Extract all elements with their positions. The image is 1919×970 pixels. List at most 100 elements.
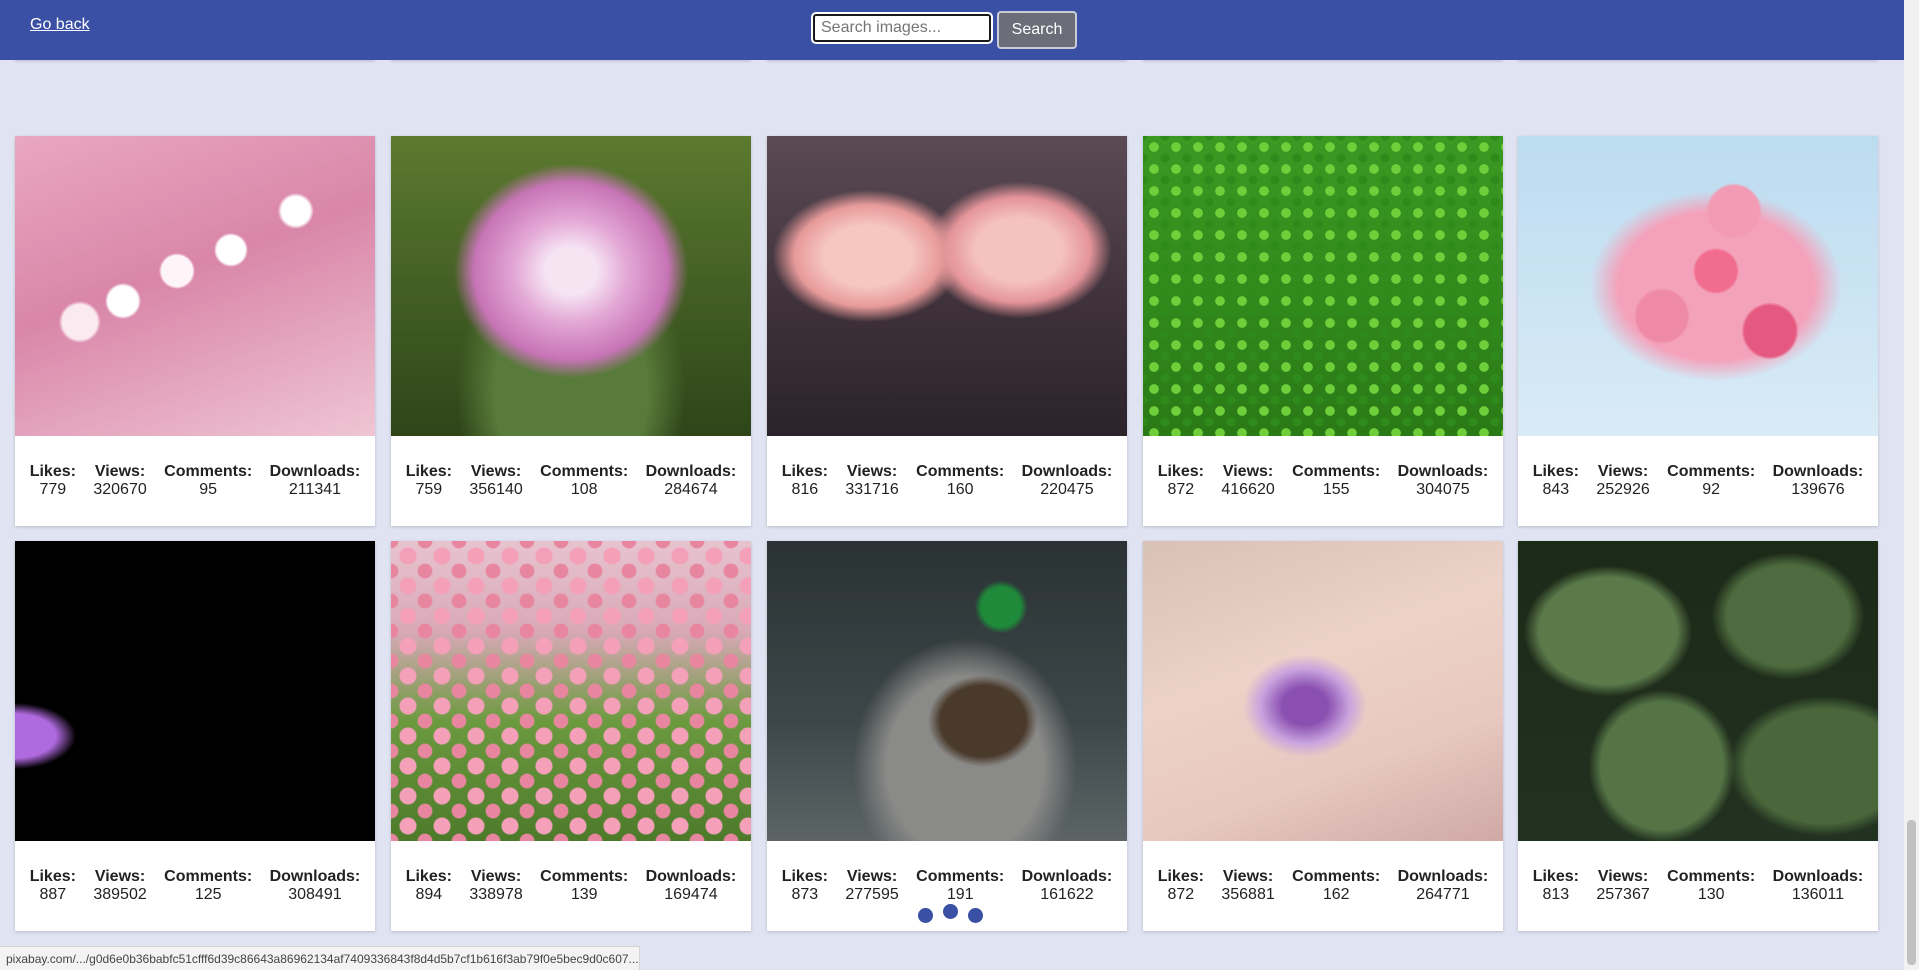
anemone-image[interactable] bbox=[1143, 541, 1503, 841]
image-stats: Likes: 816 Views: 331716 Comments: 160 Down… bbox=[767, 436, 1127, 526]
pink-blossoms-image[interactable] bbox=[1518, 136, 1878, 436]
views-label: Views: bbox=[1222, 463, 1274, 480]
downloads-value: 139676 bbox=[1791, 481, 1845, 498]
views-value: 320670 bbox=[93, 481, 147, 498]
likes-value: 872 bbox=[1167, 481, 1195, 498]
image-card[interactable]: Likes: 873 Views: 277595 Comments: 191 Down… bbox=[767, 541, 1127, 931]
likes-value: 779 bbox=[39, 481, 67, 498]
views-value: 356140 bbox=[469, 481, 523, 498]
water-lily-image[interactable] bbox=[391, 136, 751, 436]
search-button[interactable]: Search bbox=[997, 11, 1077, 49]
downloads-label: Downloads: bbox=[645, 463, 737, 480]
comments-label: Comments: bbox=[164, 463, 253, 480]
image-card[interactable]: Likes: 779 Views: 320670 Comments: 95 Downl… bbox=[15, 136, 375, 526]
likes-value: 872 bbox=[1167, 886, 1195, 903]
likes-value: 816 bbox=[791, 481, 819, 498]
downloads-value: 284674 bbox=[664, 481, 718, 498]
downloads-label: Downloads: bbox=[1021, 868, 1113, 885]
likes-label: Likes: bbox=[29, 463, 76, 480]
daisy-meadow-image[interactable] bbox=[391, 541, 751, 841]
clover-image[interactable] bbox=[1143, 136, 1503, 436]
views-value: 356881 bbox=[1221, 886, 1275, 903]
image-card[interactable]: Likes: 813 Views: 257367 Comments: 130 Down… bbox=[1518, 541, 1878, 931]
views-label: Views: bbox=[846, 463, 898, 480]
image-card[interactable]: Likes: 872 Views: 416620 Comments: 155 Down… bbox=[1143, 136, 1503, 526]
comments-value: 191 bbox=[946, 886, 974, 903]
header-bar: Go back Search bbox=[0, 0, 1904, 60]
downloads-label: Downloads: bbox=[1397, 463, 1489, 480]
likes-label: Likes: bbox=[1532, 868, 1579, 885]
downloads-label: Downloads: bbox=[1021, 463, 1113, 480]
views-value: 389502 bbox=[93, 886, 147, 903]
views-label: Views: bbox=[94, 868, 146, 885]
views-label: Views: bbox=[1597, 463, 1649, 480]
likes-label: Likes: bbox=[1157, 463, 1204, 480]
tulips-image[interactable] bbox=[767, 136, 1127, 436]
image-card[interactable]: Likes: 887 Views: 389502 Comments: 125 Down… bbox=[15, 541, 375, 931]
comments-value: 108 bbox=[570, 481, 598, 498]
views-label: Views: bbox=[1222, 868, 1274, 885]
comments-label: Comments: bbox=[916, 868, 1005, 885]
image-card[interactable]: Likes: 872 Views: 356881 Comments: 162 Down… bbox=[1143, 541, 1503, 931]
views-value: 257367 bbox=[1596, 886, 1650, 903]
views-label: Views: bbox=[1597, 868, 1649, 885]
comments-label: Comments: bbox=[164, 868, 253, 885]
likes-value: 813 bbox=[1542, 886, 1570, 903]
comments-value: 130 bbox=[1697, 886, 1725, 903]
views-label: Views: bbox=[846, 868, 898, 885]
downloads-label: Downloads: bbox=[269, 868, 361, 885]
image-stats: Likes: 813 Views: 257367 Comments: 130 Down… bbox=[1518, 841, 1878, 931]
comments-label: Comments: bbox=[1292, 463, 1381, 480]
image-card[interactable]: Likes: 816 Views: 331716 Comments: 160 Down… bbox=[767, 136, 1127, 526]
likes-label: Likes: bbox=[781, 868, 828, 885]
downloads-value: 169474 bbox=[664, 886, 718, 903]
green-leaves-image[interactable] bbox=[1518, 541, 1878, 841]
downloads-label: Downloads: bbox=[645, 868, 737, 885]
image-card[interactable]: Likes: 843 Views: 252926 Comments: 92 Downl… bbox=[1518, 136, 1878, 526]
views-value: 277595 bbox=[845, 886, 899, 903]
purple-flower-image[interactable] bbox=[15, 541, 375, 841]
image-stats: Likes: 872 Views: 356881 Comments: 162 Down… bbox=[1143, 841, 1503, 931]
image-card[interactable]: Likes: 759 Views: 356140 Comments: 108 Down… bbox=[391, 136, 751, 526]
scrollbar-thumb[interactable] bbox=[1907, 820, 1916, 965]
downloads-value: 211341 bbox=[288, 481, 342, 498]
image-stats: Likes: 759 Views: 356140 Comments: 108 Down… bbox=[391, 436, 751, 526]
image-stats: Likes: 872 Views: 416620 Comments: 155 Down… bbox=[1143, 436, 1503, 526]
cherry-blossom-image[interactable] bbox=[15, 136, 375, 436]
loading-indicator bbox=[918, 904, 983, 923]
image-stats: Likes: 887 Views: 389502 Comments: 125 Down… bbox=[15, 841, 375, 931]
likes-value: 887 bbox=[39, 886, 67, 903]
comments-label: Comments: bbox=[540, 868, 629, 885]
comments-label: Comments: bbox=[1667, 868, 1756, 885]
downloads-value: 308491 bbox=[288, 886, 342, 903]
comments-value: 125 bbox=[194, 886, 222, 903]
downloads-value: 136011 bbox=[1791, 886, 1845, 903]
image-card[interactable]: Likes: 894 Views: 338978 Comments: 139 Down… bbox=[391, 541, 751, 931]
search-input[interactable] bbox=[811, 12, 993, 44]
views-label: Views: bbox=[470, 868, 522, 885]
likes-value: 873 bbox=[791, 886, 819, 903]
views-value: 338978 bbox=[469, 886, 523, 903]
comments-label: Comments: bbox=[916, 463, 1005, 480]
image-stats: Likes: 779 Views: 320670 Comments: 95 Downl… bbox=[15, 436, 375, 526]
downloads-value: 304075 bbox=[1416, 481, 1470, 498]
comments-value: 139 bbox=[570, 886, 598, 903]
downloads-label: Downloads: bbox=[1772, 868, 1864, 885]
likes-value: 894 bbox=[415, 886, 443, 903]
downloads-label: Downloads: bbox=[1772, 463, 1864, 480]
views-value: 416620 bbox=[1221, 481, 1275, 498]
go-back-link[interactable]: Go back bbox=[30, 16, 90, 34]
page-scrollbar[interactable] bbox=[1904, 0, 1919, 970]
likes-value: 843 bbox=[1542, 481, 1570, 498]
likes-label: Likes: bbox=[29, 868, 76, 885]
image-stats: Likes: 843 Views: 252926 Comments: 92 Downl… bbox=[1518, 436, 1878, 526]
likes-label: Likes: bbox=[405, 463, 452, 480]
comments-label: Comments: bbox=[1667, 463, 1756, 480]
views-value: 331716 bbox=[845, 481, 899, 498]
likes-label: Likes: bbox=[405, 868, 452, 885]
downloads-value: 161622 bbox=[1040, 886, 1094, 903]
likes-label: Likes: bbox=[1157, 868, 1204, 885]
downloads-label: Downloads: bbox=[269, 463, 361, 480]
views-label: Views: bbox=[470, 463, 522, 480]
seedling-image[interactable] bbox=[767, 541, 1127, 841]
